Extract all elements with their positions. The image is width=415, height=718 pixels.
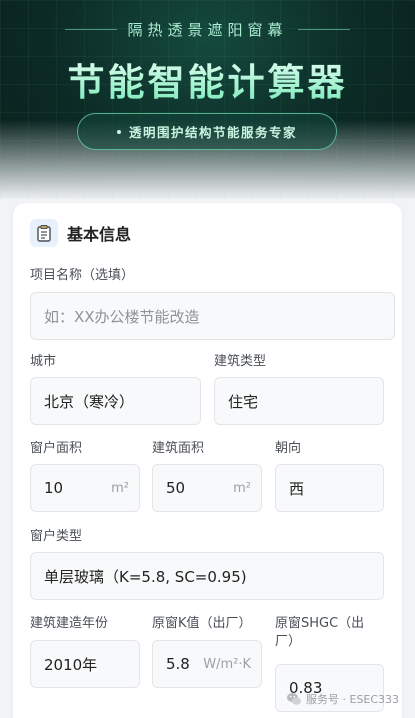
- window-type-select[interactable]: 单层玻璃（K=5.8, SC=0.95): [30, 552, 384, 600]
- hero-title: 节能智能计算器: [0, 52, 415, 106]
- window-area-label: 窗户面积: [30, 441, 83, 456]
- shgc-label-line1: 原窗SHGC（出: [275, 616, 365, 631]
- building-area-unit: m²: [229, 480, 251, 496]
- build-year-label: 建筑建造年份: [30, 616, 109, 631]
- hero-badge-text: 透明围护结构节能服务专家: [128, 125, 297, 140]
- orientation-label: 朝向: [275, 441, 302, 456]
- k-value-unit: W/m²·K: [199, 656, 251, 672]
- building-type-label: 建筑类型: [214, 354, 267, 369]
- building-type-select[interactable]: 住宅: [214, 377, 384, 425]
- orientation-select[interactable]: 西: [275, 464, 384, 512]
- window-area-value: 10: [44, 479, 64, 497]
- wechat-icon: [287, 693, 301, 705]
- watermark-text: 服务号 · ESEC333: [306, 693, 400, 706]
- build-year-value: 2010年: [44, 655, 98, 674]
- basic-info-card: 基本信息 项目名称（选填） 如：XX办公楼节能改造 城市 北京（寒冷） 建筑类型…: [13, 203, 402, 718]
- city-select[interactable]: 北京（寒冷）: [30, 377, 201, 425]
- section-header: 基本信息: [30, 219, 131, 247]
- watermark: 服务号 · ESEC333: [286, 691, 399, 707]
- hero-subtitle: 隔热透景遮阳窗幕: [127, 21, 288, 39]
- subtitle-right-line: [297, 29, 350, 30]
- building-type-value: 住宅: [228, 392, 259, 411]
- section-title: 基本信息: [67, 225, 132, 244]
- project-name-placeholder: 如：XX办公楼节能改造: [44, 307, 200, 326]
- hero-banner: 隔热透景遮阳窗幕 节能智能计算器 透明围护结构节能服务专家: [0, 0, 415, 200]
- window-type-label: 窗户类型: [30, 529, 83, 544]
- k-value-label: 原窗K值（出厂）: [152, 616, 252, 631]
- clipboard-icon: [30, 219, 58, 247]
- city-label: 城市: [30, 354, 57, 369]
- shgc-label-line2: 厂）: [275, 634, 302, 649]
- shgc-label: 原窗SHGC（出 厂）: [275, 615, 364, 651]
- window-area-unit: m²: [107, 480, 129, 496]
- hero-subtitle-row: 隔热透景遮阳窗幕: [0, 19, 415, 40]
- build-year-select[interactable]: 2010年: [30, 640, 140, 688]
- k-value-input[interactable]: 5.8 W/m²·K: [152, 640, 262, 688]
- window-type-value: 单层玻璃（K=5.8, SC=0.95): [44, 567, 247, 586]
- subtitle-left-line: [65, 29, 118, 30]
- orientation-value: 西: [289, 479, 305, 498]
- building-area-input[interactable]: 50 m²: [152, 464, 262, 512]
- badge-dot: [116, 129, 121, 134]
- city-value: 北京（寒冷）: [44, 392, 135, 411]
- project-name-label: 项目名称（选填）: [30, 268, 135, 283]
- k-value-value: 5.8: [166, 655, 190, 673]
- hero-badge: 透明围护结构节能服务专家: [77, 113, 337, 150]
- project-name-input[interactable]: 如：XX办公楼节能改造: [30, 292, 395, 340]
- window-area-input[interactable]: 10 m²: [30, 464, 140, 512]
- building-area-label: 建筑面积: [152, 441, 205, 456]
- building-area-value: 50: [166, 479, 186, 497]
